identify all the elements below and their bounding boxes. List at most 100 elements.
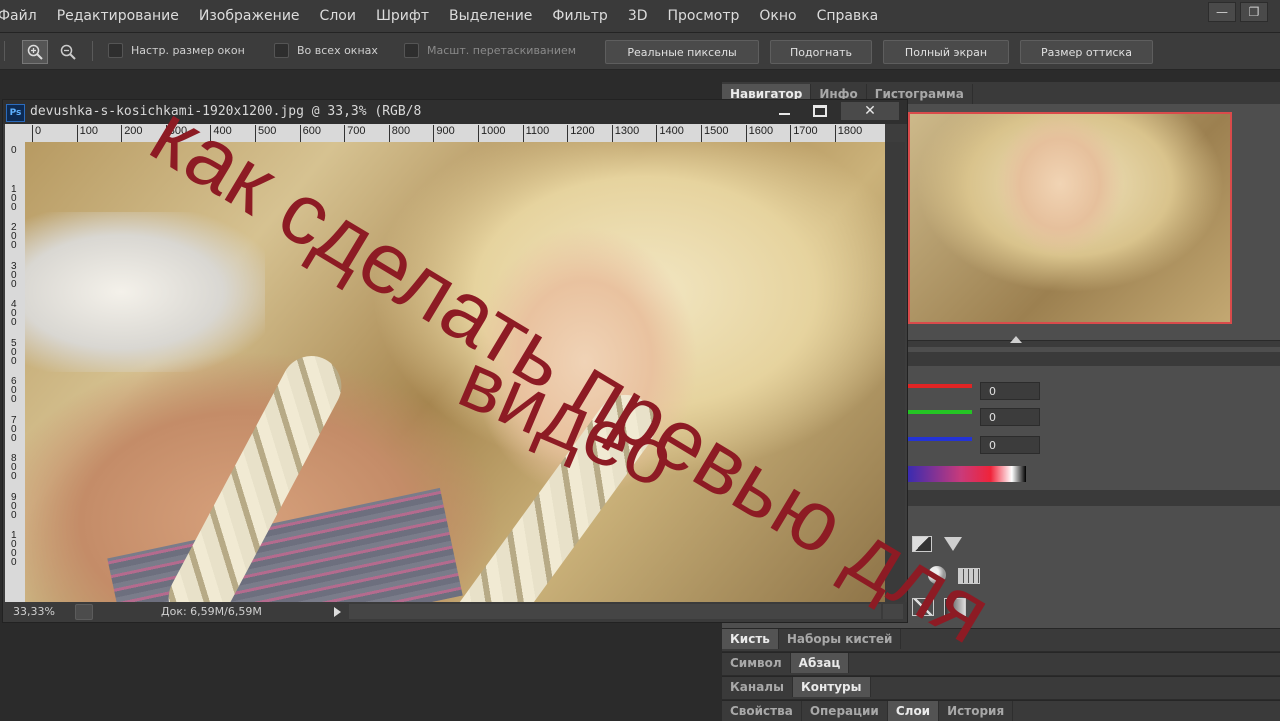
zoom-level[interactable]: 33,33% [13,605,55,618]
restore-icon: ❐ [1248,5,1260,19]
green-slider[interactable] [908,410,972,414]
horizontal-scrollbar[interactable] [349,604,881,619]
tab-character[interactable]: Символ [722,653,791,673]
doc-close-button[interactable]: ✕ [841,102,899,120]
zoom-in-icon [27,44,43,60]
ruler-h-label: 1600 [748,125,774,137]
actual-pixels-button[interactable]: Реальные пикселы [605,40,759,64]
ruler-h-tick [433,125,435,142]
menu-filter[interactable]: Фильтр [542,8,617,24]
ruler-h-tick [834,125,836,142]
tab-channels[interactable]: Каналы [722,677,793,697]
tab-layers[interactable]: Слои [887,701,940,721]
ruler-h-tick [790,125,792,142]
tab-paragraph[interactable]: Абзац [790,653,850,673]
brush-tabs: Кисть Наборы кистей [722,628,1280,651]
ruler-v-label: 900 [11,491,17,521]
minimize-icon: — [1216,5,1228,19]
ruler-h-label: 0 [35,125,42,137]
doc-minimize-button[interactable] [769,102,799,120]
ruler-v-label: 100 [11,183,17,213]
ruler-h-tick [745,125,747,142]
checkbox-label: Во всех окнах [297,44,378,57]
document-titlebar[interactable]: Ps devushka-s-kosichkami-1920x1200.jpg @… [3,100,907,124]
tab-brush[interactable]: Кисть [722,629,779,649]
ruler-h-tick [344,125,346,142]
menu-layers[interactable]: Слои [310,8,366,24]
resize-windows-checkbox[interactable]: Настр. размер окон [108,43,245,58]
ruler-h-label: 800 [391,125,411,137]
checkbox-box[interactable] [404,43,419,58]
document-title: devushka-s-kosichkami-1920x1200.jpg @ 33… [30,104,422,119]
full-screen-button[interactable]: Полный экран [883,40,1009,64]
tab-history[interactable]: История [939,701,1014,721]
ruler-h-tick [567,125,569,142]
menu-edit[interactable]: Редактирование [47,8,189,24]
menu-view[interactable]: Просмотр [658,8,750,24]
ruler-v-label: 700 [11,414,17,444]
checkbox-label: Масшт. перетаскиванием [427,44,577,57]
ruler-h-label: 200 [124,125,143,137]
type-tabs: Символ Абзац [722,652,1280,675]
ruler-h-tick [121,125,123,142]
app-minimize-button[interactable]: — [1208,2,1236,22]
red-value-field[interactable]: 0 [980,382,1040,400]
all-windows-checkbox[interactable]: Во всех окнах [274,43,378,58]
print-size-button[interactable]: Размер оттиска [1020,40,1153,64]
blue-slider[interactable] [908,437,972,441]
menu-type[interactable]: Шрифт [366,8,439,24]
ruler-h-tick [656,125,658,142]
zoom-out-tool-button[interactable] [55,40,81,64]
menu-window[interactable]: Окно [749,8,806,24]
zoom-slider-track[interactable] [908,340,1280,347]
ruler-h-tick [701,125,702,142]
vertical-ruler[interactable]: 0 100 200 300 400 500 600 700 800 900 1000 [5,142,25,602]
ruler-h-tick [478,125,479,142]
menu-file[interactable]: Файл [0,8,47,24]
ruler-h-tick [299,125,301,142]
tab-actions[interactable]: Операции [802,701,888,721]
divider [92,41,93,61]
menu-help[interactable]: Справка [807,8,889,24]
green-value-field[interactable]: 0 [980,408,1040,426]
zoom-slider-thumb[interactable] [1010,336,1022,343]
menu-bar: Файл Редактирование Изображение Слои Шри… [0,0,1280,33]
zoom-in-tool-button[interactable] [22,40,48,64]
color-ramp[interactable] [908,466,1026,482]
ruler-v-label: 0 [11,145,17,156]
ruler-h-label: 1700 [793,125,818,137]
fit-screen-button[interactable]: Подогнать [770,40,872,64]
photoshop-icon: Ps [6,104,25,122]
photo-clothing [107,487,463,602]
red-slider[interactable] [908,384,972,388]
zoom-out-icon [60,44,76,60]
ruler-v-label: 200 [11,222,17,251]
ruler-h-label: 1400 [659,125,684,137]
close-icon: ✕ [864,103,876,119]
checkbox-box[interactable] [108,43,123,58]
ruler-h-tick [611,125,613,142]
ruler-v-label: 1000 [11,530,17,568]
status-menu-arrow-icon[interactable] [334,607,341,617]
status-info-icon[interactable] [75,604,93,620]
ruler-h-tick [522,125,524,142]
ruler-h-label: 1200 [570,125,595,137]
checkbox-box[interactable] [274,43,289,58]
doc-maximize-button[interactable] [803,102,837,120]
ruler-v-label: 300 [11,260,17,290]
document-status-bar: 33,33% Док: 6,59M/6,59M [3,602,907,622]
menu-select[interactable]: Выделение [439,8,542,24]
divider [4,41,5,61]
tab-paths[interactable]: Контуры [792,677,871,697]
menu-3d[interactable]: 3D [618,8,658,24]
tab-brush-presets[interactable]: Наборы кистей [779,629,902,649]
app-restore-button[interactable]: ❐ [1240,2,1268,22]
ruler-corner [5,124,25,142]
scrubby-zoom-checkbox[interactable]: Масшт. перетаскиванием [404,43,576,58]
tab-properties[interactable]: Свойства [722,701,802,721]
blue-value-field[interactable]: 0 [980,436,1040,454]
ruler-h-label: 1000 [481,125,506,137]
navigator-thumbnail[interactable] [908,112,1232,324]
ruler-h-label: 1100 [525,125,550,137]
menu-image[interactable]: Изображение [189,8,310,24]
